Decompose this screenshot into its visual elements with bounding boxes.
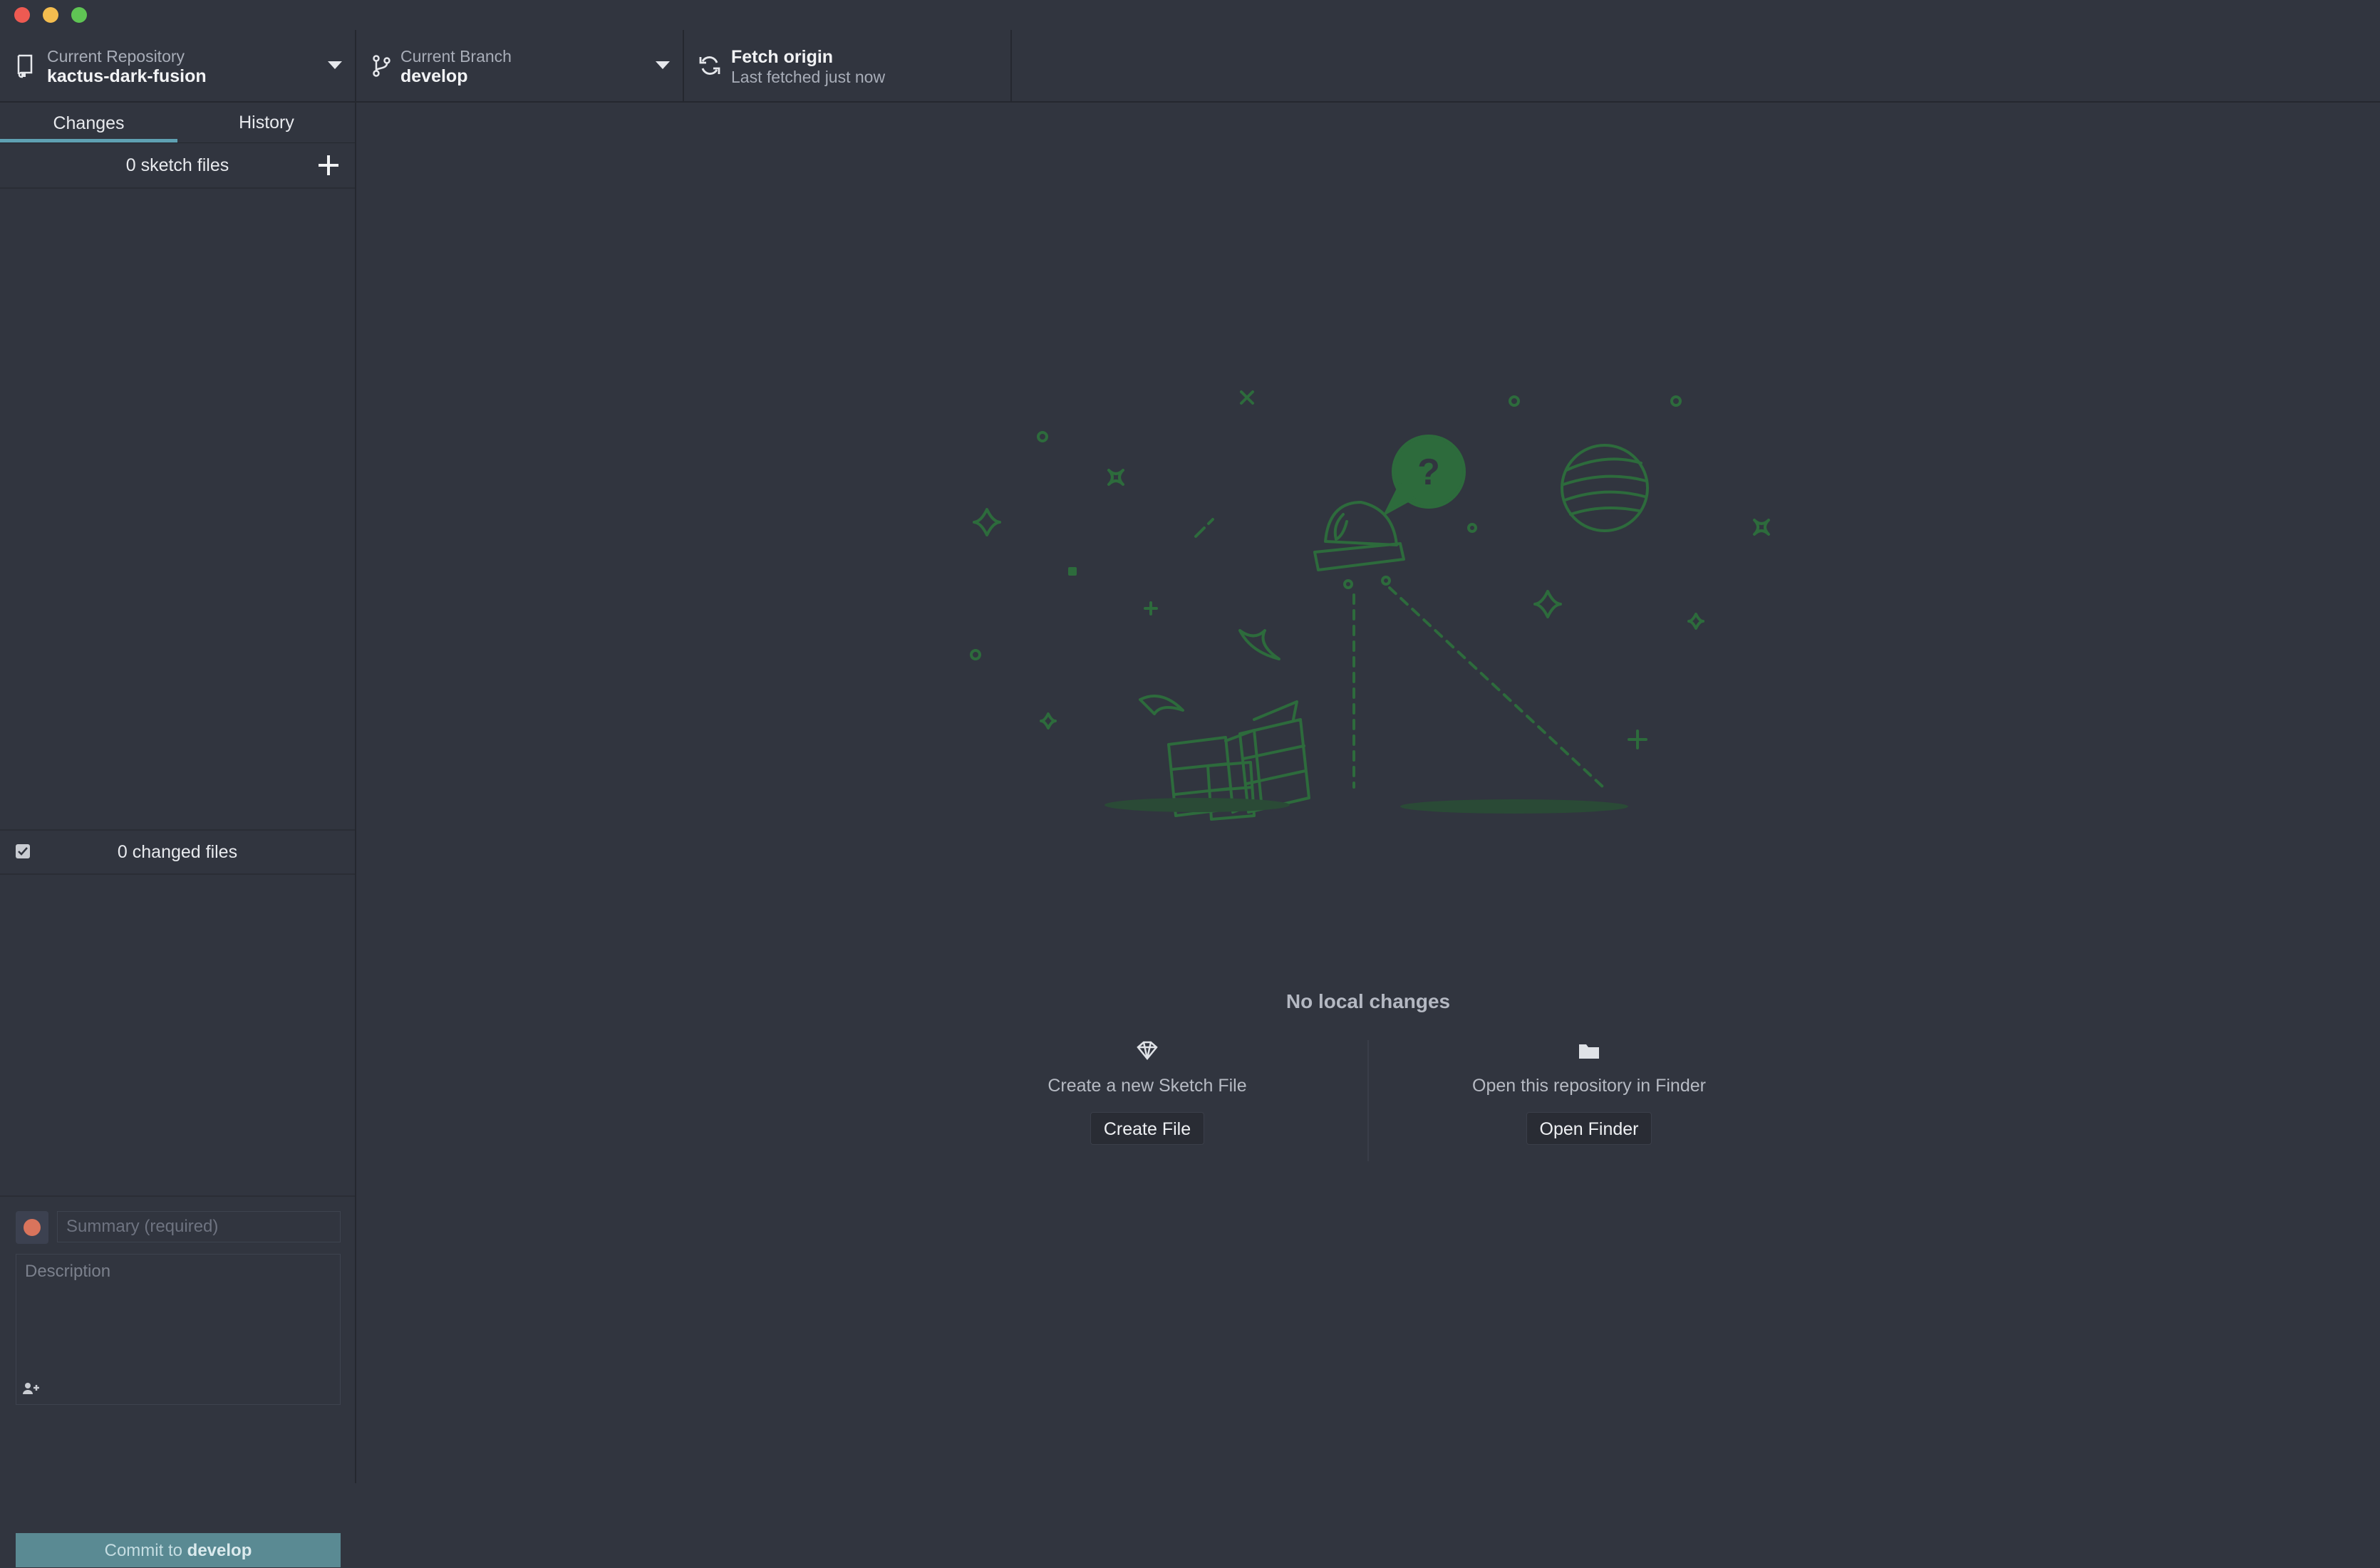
fetch-label: Fetch origin (731, 47, 834, 67)
sketch-diamond-icon (1137, 1041, 1158, 1060)
repository-name: kactus-dark-fusion (47, 66, 207, 86)
repository-selector[interactable]: Current Repository kactus-dark-fusion (0, 30, 356, 101)
branch-selector[interactable]: Current Branch develop (356, 30, 684, 101)
sidebar: Changes History 0 sketch files 0 changed… (0, 103, 356, 1567)
open-finder-button[interactable]: Open Finder (1526, 1112, 1652, 1145)
commit-button-prefix: Commit to (104, 1541, 182, 1560)
minimize-window-button[interactable] (43, 7, 58, 23)
sidebar-tabs: Changes History (0, 103, 355, 143)
create-file-button[interactable]: Create File (1090, 1112, 1205, 1145)
chevron-down-icon (656, 61, 670, 69)
branch-label: Current Branch (400, 47, 512, 66)
repo-icon (17, 54, 33, 78)
user-avatar-icon (24, 1219, 41, 1236)
open-finder-description: Open this repository in Finder (1472, 1076, 1706, 1096)
empty-state-title: No local changes (1285, 990, 1451, 1012)
create-file-description: Create a new Sketch File (1047, 1076, 1247, 1096)
branch-name: develop (400, 66, 468, 86)
svg-text:?: ? (1417, 452, 1440, 493)
window-title-bar (0, 0, 2380, 31)
commit-button[interactable]: Commit to develop (16, 1533, 341, 1567)
commit-summary-input[interactable] (57, 1211, 341, 1242)
chevron-down-icon (328, 61, 342, 69)
repository-label: Current Repository (47, 47, 185, 66)
avatar (16, 1211, 48, 1244)
maximize-window-button[interactable] (71, 7, 87, 23)
add-coauthor-icon[interactable] (22, 1381, 41, 1396)
add-sketch-file-icon[interactable] (316, 153, 341, 177)
close-window-button[interactable] (14, 7, 30, 23)
no-changes-illustration: ? (970, 390, 1770, 821)
folder-icon (1579, 1044, 1599, 1059)
changed-files-count: 0 changed files (117, 842, 238, 862)
sketch-files-count: 0 sketch files (125, 155, 229, 175)
commit-description-box (16, 1254, 341, 1405)
sync-icon (699, 56, 720, 75)
tab-history[interactable]: History (178, 103, 355, 142)
fetch-origin-button[interactable]: Fetch origin Last fetched just now (684, 30, 1012, 101)
open-finder-action: Open this repository in Finder Open Find… (1368, 1040, 1810, 1145)
tab-changes[interactable]: Changes (0, 103, 177, 142)
commit-form: Commit to develop (0, 1195, 355, 1567)
commit-button-branch: develop (187, 1541, 252, 1560)
sketch-files-header: 0 sketch files (0, 143, 355, 189)
changed-files-header: 0 changed files (0, 829, 355, 875)
commit-description-input[interactable] (24, 1260, 333, 1370)
fetch-status: Last fetched just now (731, 68, 886, 86)
toolbar: Current Repository kactus-dark-fusion Cu… (0, 30, 2380, 103)
create-file-action: Create a new Sketch File Create File (926, 1040, 1368, 1145)
branch-icon (373, 55, 390, 77)
